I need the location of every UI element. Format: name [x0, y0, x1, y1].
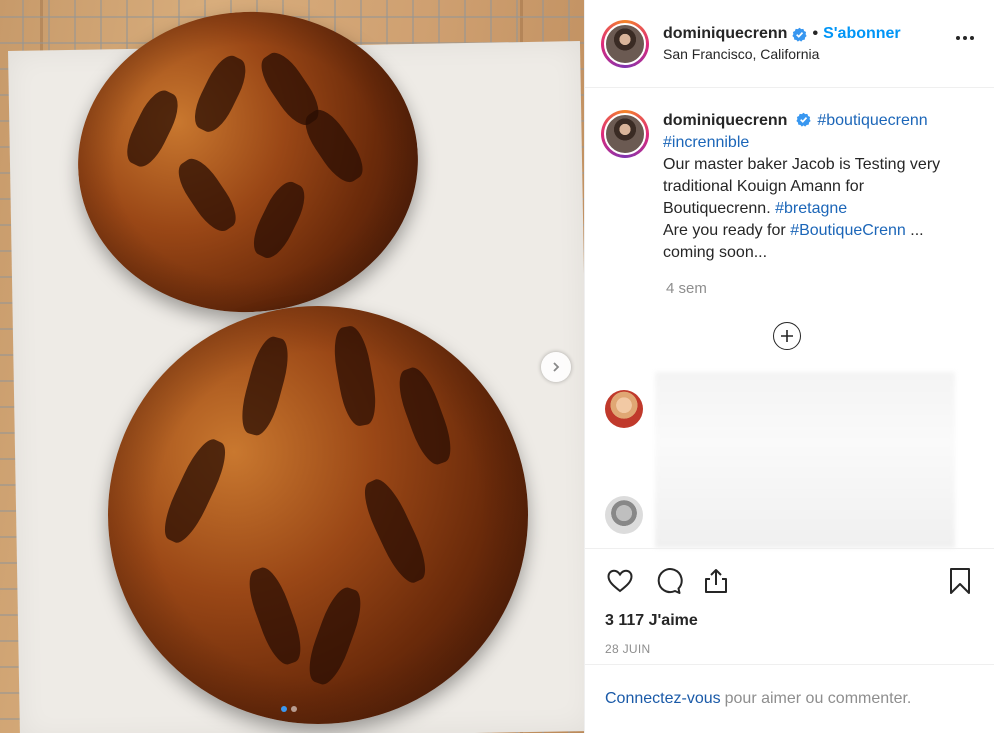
chevron-right-icon [553, 362, 560, 372]
follow-button[interactable]: S'abonner [823, 25, 901, 43]
post-header: dominiquecrenn • S'abonner San Francisco… [585, 0, 994, 88]
share-icon[interactable] [701, 566, 731, 596]
next-photo-button[interactable] [541, 352, 571, 382]
hashtag-link[interactable]: #incrennible [663, 134, 749, 151]
post-photo [0, 0, 584, 733]
hashtag-link[interactable]: #bretagne [775, 200, 847, 217]
caption-text: dominiquecrenn #boutiquecrenn #incrennib… [663, 110, 963, 264]
likes-count[interactable]: 3 117 J'aime [605, 612, 975, 630]
blurred-comments [655, 372, 955, 548]
kouign-amann-bottom [108, 306, 528, 724]
post-caption: dominiquecrenn #boutiquecrenn #incrennib… [585, 88, 994, 264]
hashtag-link[interactable]: #boutiquecrenn [817, 112, 927, 129]
caption-avatar[interactable] [601, 110, 649, 158]
carousel-dot [281, 706, 287, 712]
post-actions: 3 117 J'aime 28 JUIN [585, 548, 994, 656]
heart-icon[interactable] [605, 566, 635, 596]
hashtag-link[interactable]: #BoutiqueCrenn [790, 222, 906, 239]
post-date: 28 JUIN [605, 642, 651, 656]
login-prompt-text: pour aimer ou commenter. [724, 690, 912, 707]
comments-list [585, 372, 994, 548]
post-panel: dominiquecrenn • S'abonner San Francisco… [584, 0, 994, 733]
carousel-dot [291, 706, 297, 712]
comment-bubble-icon[interactable] [653, 566, 683, 596]
post-location[interactable]: San Francisco, California [663, 46, 901, 62]
caption-username[interactable]: dominiquecrenn [663, 112, 787, 129]
caption-sentence: Are you ready for [663, 222, 786, 239]
post-time-ago[interactable]: 4 sem [666, 280, 994, 297]
load-more-comments-button[interactable] [773, 322, 801, 350]
author-username[interactable]: dominiquecrenn [663, 25, 787, 43]
commenter-avatar[interactable] [605, 390, 643, 428]
login-link[interactable]: Connectez-vous [605, 690, 721, 708]
commenter-avatar[interactable] [605, 496, 643, 534]
carousel-dots [281, 706, 297, 712]
verified-badge-icon [796, 112, 811, 127]
login-prompt: Connectez-vous pour aimer ou commenter. [585, 664, 994, 733]
author-avatar[interactable] [601, 19, 649, 68]
more-options-icon[interactable] [956, 36, 974, 40]
verified-badge-icon [792, 27, 808, 42]
dot-separator: • [812, 25, 819, 42]
plus-circle-icon [781, 330, 793, 342]
bookmark-icon[interactable] [945, 566, 975, 596]
